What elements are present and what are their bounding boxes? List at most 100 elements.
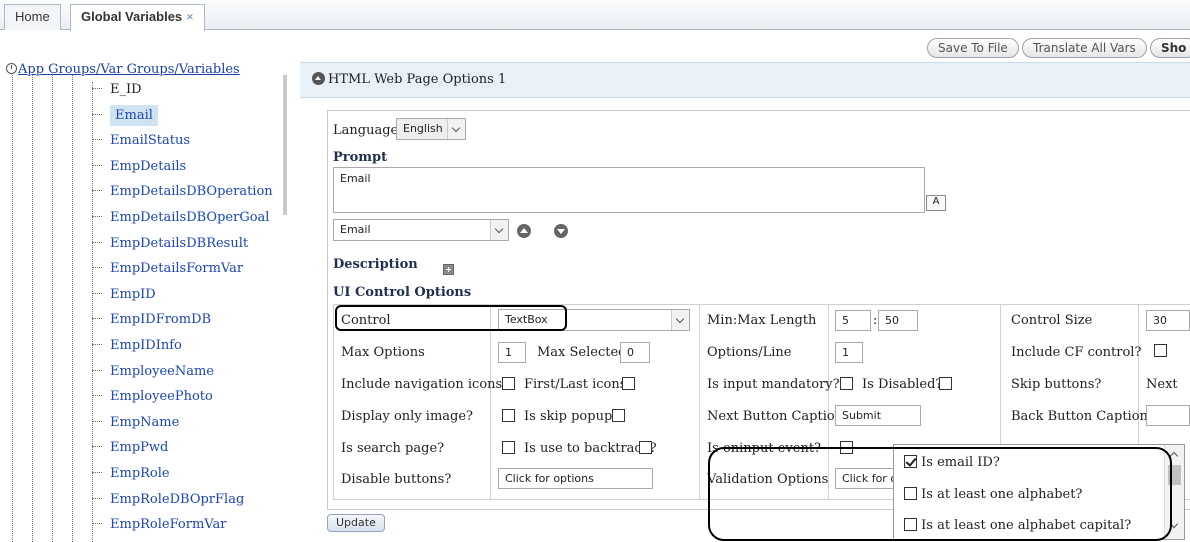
tree-item-label: EmailStatus bbox=[110, 133, 191, 149]
tree-connector bbox=[92, 523, 102, 525]
tab-home[interactable]: Home bbox=[4, 4, 61, 30]
colon-separator: : bbox=[873, 313, 878, 328]
language-select[interactable]: English bbox=[396, 118, 466, 140]
description-label: Description bbox=[333, 257, 418, 272]
include-cf-label: Include CF control? bbox=[1011, 345, 1142, 360]
tree-item[interactable]: EmpDetailsFormVar bbox=[92, 261, 243, 281]
skip-popup-label: Is skip popup? bbox=[524, 409, 620, 424]
mandatory-checkbox[interactable] bbox=[840, 377, 853, 390]
include-cf-checkbox[interactable] bbox=[1154, 344, 1167, 357]
tree-item[interactable]: EmployeePhoto bbox=[92, 389, 213, 409]
disable-buttons-label: Disable buttons? bbox=[341, 472, 452, 487]
tree-connector bbox=[92, 369, 102, 371]
skip-popup-checkbox[interactable] bbox=[612, 409, 625, 422]
tree-root[interactable]: App Groups/Var Groups/Variables bbox=[6, 62, 240, 77]
tree-connector bbox=[92, 344, 102, 345]
backtrack-checkbox[interactable] bbox=[639, 441, 652, 454]
tree-item[interactable]: EmpRoleDBOprFlag bbox=[92, 492, 244, 512]
tree-item[interactable]: EmailStatus bbox=[92, 133, 190, 153]
tree-connector bbox=[92, 395, 102, 397]
collapse-icon[interactable] bbox=[6, 63, 17, 74]
tree-item-label: EmpName bbox=[110, 414, 180, 430]
disable-buttons-input[interactable]: Click for options bbox=[498, 468, 653, 489]
tree-item[interactable]: EmpRoleFormVar bbox=[92, 517, 226, 537]
skip-buttons-label: Skip buttons? bbox=[1011, 377, 1102, 392]
control-size-input[interactable]: 30 bbox=[1146, 310, 1190, 331]
tree-item-label: EmpDetailsDBOperation bbox=[110, 184, 273, 200]
move-up-icon[interactable] bbox=[517, 224, 531, 238]
display-image-checkbox[interactable] bbox=[502, 409, 515, 422]
tree-item-label: EmployeePhoto bbox=[110, 389, 213, 405]
language-label: Language: bbox=[333, 123, 403, 138]
tree-guide-line bbox=[32, 75, 33, 542]
grid-line bbox=[490, 304, 491, 500]
search-page-checkbox[interactable] bbox=[502, 441, 515, 454]
next-label: Next bbox=[1146, 377, 1178, 392]
prompt-text: Email bbox=[340, 172, 371, 185]
tree-item-label: EmpDetailsDBOperGoal bbox=[110, 210, 270, 225]
next-caption-input[interactable]: Submit bbox=[835, 405, 921, 426]
min-length-input[interactable]: 5 bbox=[835, 310, 871, 331]
tree-item-label: EmpRoleFormVar bbox=[110, 517, 227, 533]
nav-icons-checkbox[interactable] bbox=[502, 377, 515, 390]
tree-item[interactable]: EmpRole bbox=[92, 466, 170, 486]
tree-item[interactable]: E_ID bbox=[92, 82, 142, 102]
highlight-box bbox=[708, 447, 1172, 541]
next-caption-label: Next Button Caption bbox=[707, 409, 844, 424]
tree-item[interactable]: EmployeeName bbox=[92, 364, 214, 384]
tree-item[interactable]: EmpDetailsDBOperGoal bbox=[92, 210, 269, 230]
prompt-select[interactable]: Email bbox=[333, 219, 509, 241]
update-button[interactable]: Update bbox=[327, 514, 385, 532]
max-length-input[interactable]: 50 bbox=[878, 310, 918, 331]
tree-connector bbox=[92, 267, 102, 269]
tree-connector bbox=[92, 420, 102, 422]
tab-bar: Home Global Variables × bbox=[0, 0, 1190, 31]
panel-header[interactable]: HTML Web Page Options 1 bbox=[300, 62, 1190, 98]
move-down-icon[interactable] bbox=[554, 224, 569, 238]
max-length-value: 50 bbox=[885, 314, 899, 327]
tree-item-label: EmpIDFromDB bbox=[110, 312, 212, 328]
tree-connector bbox=[92, 318, 102, 320]
collapse-icon[interactable] bbox=[312, 72, 325, 85]
max-options-value: 1 bbox=[505, 346, 512, 359]
disabled-checkbox[interactable] bbox=[939, 377, 952, 390]
next-caption-value: Submit bbox=[842, 409, 882, 422]
prompt-textarea[interactable]: Email bbox=[333, 167, 925, 213]
tree-item[interactable]: EmpName bbox=[92, 415, 179, 435]
prompt-select-value: Email bbox=[340, 223, 371, 236]
tree-item[interactable]: EmpDetailsDBResult bbox=[92, 236, 248, 256]
tree-item-label: EmployeeName bbox=[110, 363, 214, 379]
first-last-label: First/Last icons? bbox=[524, 377, 634, 392]
max-selected-value: 0 bbox=[627, 346, 634, 359]
expand-plus-icon[interactable] bbox=[443, 264, 455, 275]
tree-item-label: EmpID bbox=[110, 286, 156, 302]
back-caption-label: Back Button Caption bbox=[1011, 409, 1148, 424]
tree-item-label: EmpRoleDBOprFlag bbox=[110, 491, 245, 507]
max-selected-input[interactable]: 0 bbox=[620, 342, 650, 363]
tree-item-label: EmpDetailsDBResult bbox=[110, 235, 249, 251]
back-caption-input[interactable] bbox=[1146, 405, 1190, 426]
language-value: English bbox=[403, 122, 443, 135]
chevron-down-icon bbox=[671, 310, 689, 330]
save-to-file-button[interactable]: Save To File bbox=[927, 38, 1019, 58]
max-options-label: Max Options bbox=[341, 345, 425, 360]
tree-item[interactable]: Email bbox=[92, 104, 158, 128]
tree-item[interactable]: EmpDetailsDBOperation bbox=[92, 184, 273, 204]
first-last-checkbox[interactable] bbox=[622, 377, 635, 390]
highlight-box bbox=[335, 305, 567, 331]
tree-item[interactable]: EmpDetails bbox=[92, 159, 186, 179]
close-icon[interactable]: × bbox=[186, 9, 194, 24]
tree-item-label: EmpRole bbox=[110, 466, 170, 481]
show-button[interactable]: Sho bbox=[1150, 38, 1190, 58]
max-options-input[interactable]: 1 bbox=[498, 342, 526, 363]
tree-item[interactable]: EmpIDFromDB bbox=[92, 312, 211, 332]
options-line-input[interactable]: 1 bbox=[835, 342, 863, 363]
tree-item[interactable]: EmpPwd bbox=[92, 440, 168, 460]
translate-all-vars-button[interactable]: Translate All Vars bbox=[1022, 38, 1147, 58]
tab-global-variables[interactable]: Global Variables × bbox=[70, 4, 205, 31]
tree-item[interactable]: EmpID bbox=[92, 287, 156, 307]
translate-icon[interactable]: A bbox=[926, 195, 946, 211]
tree-item[interactable]: EmpIDInfo bbox=[92, 338, 182, 358]
tree-scrollbar[interactable] bbox=[283, 75, 287, 215]
tree-item-label: E_ID bbox=[110, 82, 142, 97]
